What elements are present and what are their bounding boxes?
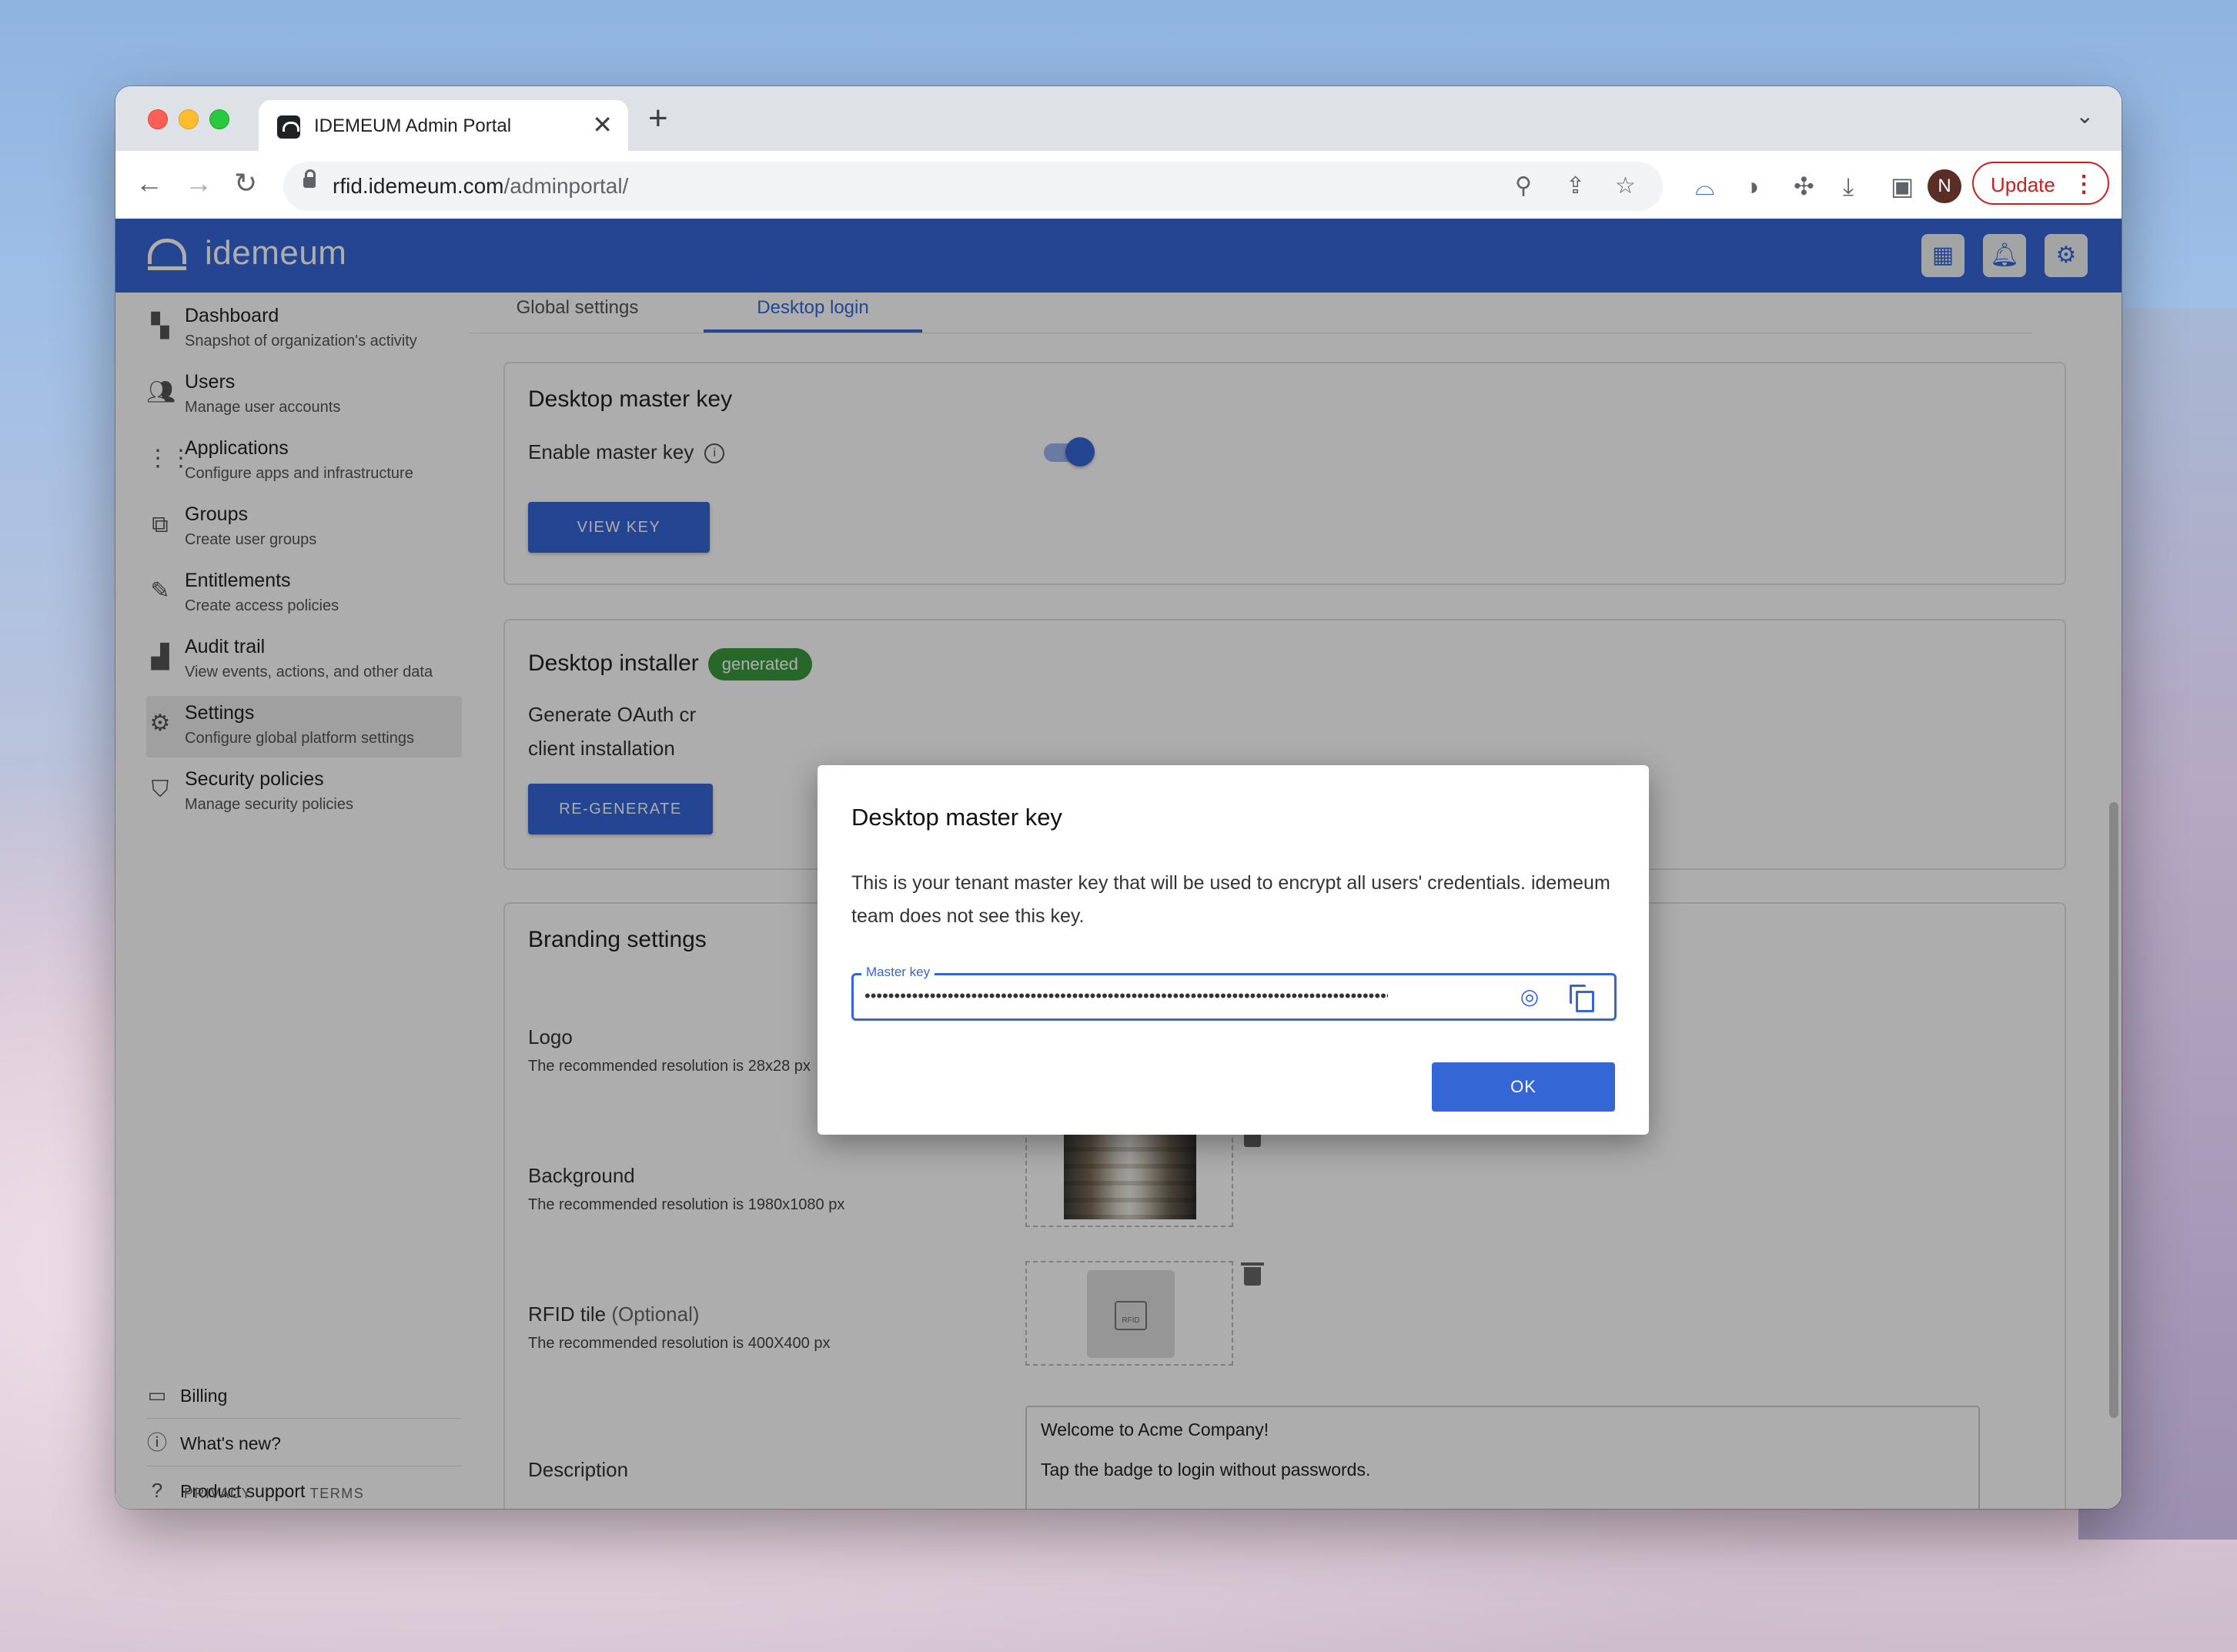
master-key-dialog: Desktop master key This is your tenant m… (818, 765, 1649, 1135)
new-tab-button[interactable]: + (648, 102, 668, 135)
address-bar[interactable]: rfid.idemeum.com/adminportal/ ⚲ ⇪ ☆ (283, 162, 1663, 211)
update-label: Update (1991, 173, 2055, 196)
forward-arrow-icon[interactable]: → (185, 168, 212, 199)
idemeum-favicon-icon (277, 115, 300, 139)
url-path: /adminportal/ (503, 174, 629, 198)
visibility-off-icon[interactable]: ◎ (1516, 985, 1543, 1009)
close-window-button[interactable] (148, 109, 168, 129)
bookmark-star-icon[interactable]: ☆ (1615, 172, 1636, 200)
tab-close-icon[interactable]: ✕ (592, 111, 613, 139)
update-button[interactable]: Update ⋮ (1972, 162, 2109, 205)
dialog-title: Desktop master key (851, 804, 1062, 831)
tab-strip: IDEMEUM Admin Portal ✕ + ⌄ (115, 86, 2122, 151)
url-text[interactable]: rfid.idemeum.com/adminportal/ (333, 174, 628, 199)
reload-icon[interactable]: ↻ (234, 168, 257, 199)
profile-avatar[interactable]: N (1928, 169, 1961, 203)
copy-icon[interactable] (1570, 985, 1594, 1012)
share-icon[interactable]: ⇪ (1566, 172, 1585, 200)
master-key-value[interactable]: ••••••••••••••••••••••••••••••••••••••••… (864, 986, 1388, 1006)
minimize-window-button[interactable] (179, 109, 199, 129)
extension-icon[interactable]: ◑ (1744, 172, 1759, 200)
zoom-icon[interactable]: ⚲ (1515, 172, 1532, 200)
url-host: rfid.idemeum.com (333, 174, 504, 198)
browser-window: IDEMEUM Admin Portal ✕ + ⌄ ← → ↻ rfid.id… (115, 86, 2122, 1509)
master-key-field[interactable]: Master key •••••••••••••••••••••••••••••… (851, 965, 1617, 1021)
lock-icon (303, 169, 316, 188)
browser-tab[interactable]: IDEMEUM Admin Portal ✕ (259, 100, 628, 151)
browser-toolbar: ← → ↻ rfid.idemeum.com/adminportal/ ⚲ ⇪ … (115, 151, 2122, 219)
puzzle-icon[interactable]: ✣ (1794, 172, 1814, 200)
side-panel-icon[interactable]: ▣ (1891, 172, 1914, 200)
download-icon[interactable]: ⤓ (1843, 172, 1854, 200)
tab-search-chevron-icon[interactable]: ⌄ (2076, 103, 2094, 129)
dialog-body: This is your tenant master key that will… (851, 872, 1610, 927)
zoom-window-button[interactable] (209, 109, 229, 129)
master-key-label: Master key (861, 965, 935, 980)
tab-title: IDEMEUM Admin Portal (314, 115, 512, 136)
back-arrow-icon[interactable]: ← (135, 168, 163, 199)
idemeum-extension-icon[interactable]: ⌓ (1695, 172, 1714, 200)
ok-button[interactable]: OK (1432, 1062, 1615, 1112)
more-menu-icon: ⋮ (2072, 172, 2095, 197)
